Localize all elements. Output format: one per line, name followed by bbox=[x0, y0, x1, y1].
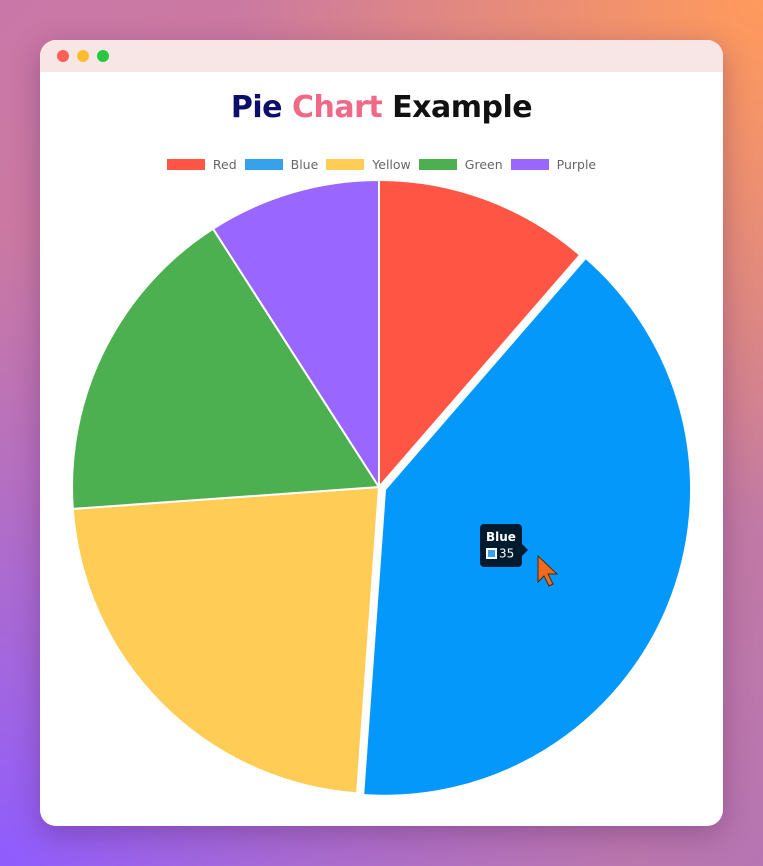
background-frame: Pie Chart Example Red Blue Yellow Green Purp… bbox=[0, 0, 763, 866]
tooltip-row: 35 bbox=[486, 545, 516, 562]
tooltip-color-swatch bbox=[486, 548, 497, 559]
mouse-cursor-icon bbox=[537, 554, 559, 587]
tooltip-title: Blue bbox=[486, 530, 516, 544]
tooltip-value: 35 bbox=[499, 546, 515, 561]
chart-tooltip: Blue 35 bbox=[480, 524, 528, 567]
tooltip-caret bbox=[521, 544, 528, 556]
pie-slice-yellow[interactable] bbox=[71, 485, 381, 795]
pie-chart bbox=[71, 178, 694, 798]
browser-window: Pie Chart Example Red Blue Yellow Green Purp… bbox=[40, 40, 723, 826]
